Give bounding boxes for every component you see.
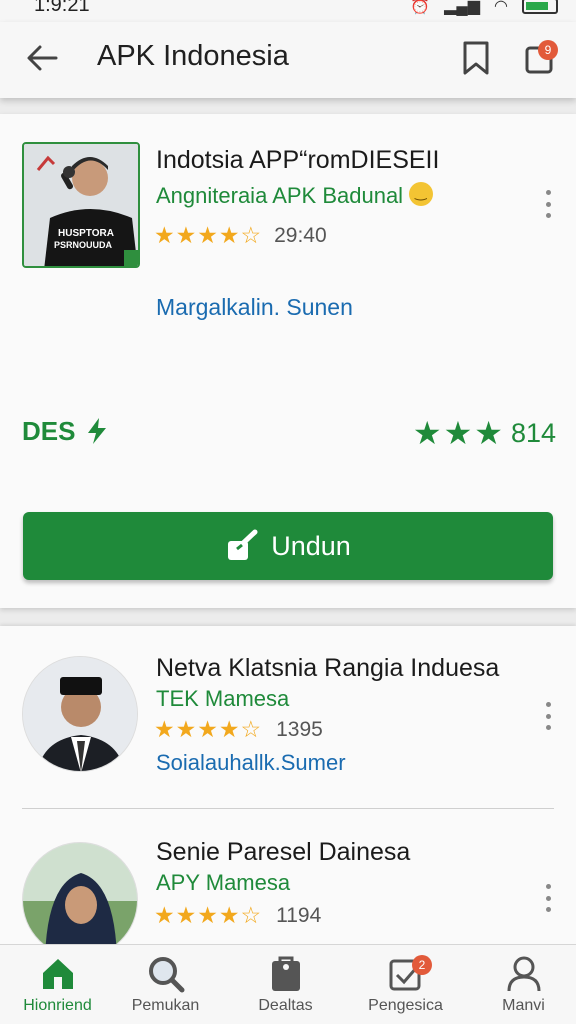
- status-icons: ⏰ ▂▄▆ ◠: [410, 0, 558, 16]
- rating-count: 1194: [276, 903, 322, 927]
- featured-app-title[interactable]: Indotsia APP“romDIESEII: [156, 146, 439, 175]
- list-item-title[interactable]: Netva Klatsnia Rangia Induesa: [156, 654, 499, 683]
- bookmark-icon[interactable]: [460, 40, 492, 76]
- list-item-developer: APY Mamesa: [156, 870, 291, 895]
- des-label: DES: [22, 416, 76, 446]
- search-icon: [148, 957, 184, 993]
- download-icon: [228, 529, 258, 560]
- signal-icon: ▂▄▆: [444, 0, 481, 15]
- more-options-icon[interactable]: [543, 884, 553, 912]
- green-stars: ★★★: [412, 415, 505, 451]
- featured-rating: ★★★★☆ 29:40: [154, 222, 327, 249]
- featured-time: 29:40: [274, 223, 327, 247]
- featured-app-developer: Angniteraia APK Badunal: [156, 182, 434, 209]
- app-list: Netva Klatsnia Rangia Induesa TEK Mamesa…: [0, 626, 576, 956]
- woman-portrait-image: [23, 843, 137, 956]
- nav-badge: 2: [412, 955, 432, 975]
- rating-stars: ★★★★☆: [154, 222, 263, 248]
- bottom-navigation: Hionriend Pemukan Dealtas 2 Pengesica Ma…: [0, 944, 576, 1024]
- nav-label: Dealtas: [258, 997, 313, 1014]
- app-bar: APK Indonesia 9: [0, 22, 576, 98]
- profile-icon: [507, 956, 540, 992]
- list-item-source-link[interactable]: Soialauhallk.Sumer: [156, 750, 346, 776]
- battery-icon: [522, 0, 558, 14]
- notification-badge: 9: [538, 40, 558, 60]
- status-bar: 1:9:21 ⏰ ▂▄▆ ◠: [0, 0, 576, 22]
- smiley-emoji-icon: [409, 182, 434, 206]
- stat-group: ★★★ 814: [413, 414, 556, 452]
- home-icon: [42, 959, 73, 989]
- divider: [22, 808, 554, 809]
- alarm-icon: ⏰: [410, 0, 431, 15]
- wifi-icon: ◠: [494, 0, 508, 15]
- nav-item-profile[interactable]: Manvi: [466, 945, 576, 1024]
- more-options-icon[interactable]: [543, 190, 553, 218]
- rating-stars: ★★★★☆: [154, 902, 263, 928]
- nav-label: Pengesica: [368, 997, 443, 1014]
- nav-label: Pemukan: [131, 997, 200, 1014]
- featured-app-card[interactable]: HUSPTORA PSRNOUUDA Indotsia APP“romDIESE…: [0, 114, 576, 608]
- rating-stars: ★★★★☆: [154, 716, 263, 742]
- list-item-title[interactable]: Senie Paresel Dainesa: [156, 838, 410, 867]
- stat-value: 814: [510, 417, 556, 448]
- featured-app-thumbnail[interactable]: HUSPTORA PSRNOUUDA: [22, 142, 140, 268]
- thumb-shirt-text: HUSPTORA: [58, 228, 114, 239]
- list-item[interactable]: Senie Paresel Dainesa APY Mamesa ★★★★☆ 1…: [0, 810, 576, 956]
- list-item-developer: TEK Mamesa: [156, 686, 290, 711]
- man-portrait-image: [23, 657, 137, 771]
- nav-label: Manvi: [502, 997, 545, 1014]
- bolt-icon: [88, 418, 106, 444]
- featured-developer-text: Angniteraia APK Badunal: [156, 183, 404, 208]
- more-options-icon[interactable]: [543, 702, 553, 730]
- avatar[interactable]: [22, 656, 138, 772]
- list-item-rating: ★★★★☆ 1395: [154, 716, 323, 743]
- nav-item-search[interactable]: Pemukan: [108, 945, 223, 1024]
- featured-source-link[interactable]: Margalkalin. Sunen: [156, 294, 353, 321]
- bag-icon: [271, 956, 300, 991]
- list-item-rating: ★★★★☆ 1194: [154, 902, 321, 929]
- list-item[interactable]: Netva Klatsnia Rangia Induesa TEK Mamesa…: [0, 626, 576, 809]
- back-arrow-icon[interactable]: [22, 38, 62, 78]
- status-time: 1:9:21: [34, 0, 90, 16]
- nav-label: Hionriend: [23, 997, 92, 1014]
- thumb-shirt-text-2: PSRNOUUDA: [54, 240, 113, 250]
- rating-count: 1395: [276, 717, 323, 741]
- nav-item-orders[interactable]: 2 Pengesica: [348, 945, 463, 1024]
- nav-item-home[interactable]: Hionriend: [0, 945, 115, 1024]
- nav-item-deals[interactable]: Dealtas: [228, 945, 343, 1024]
- avatar[interactable]: [22, 842, 138, 956]
- page-title: APK Indonesia: [97, 40, 289, 72]
- download-button[interactable]: Undun: [23, 512, 553, 580]
- download-label: Undun: [271, 530, 351, 561]
